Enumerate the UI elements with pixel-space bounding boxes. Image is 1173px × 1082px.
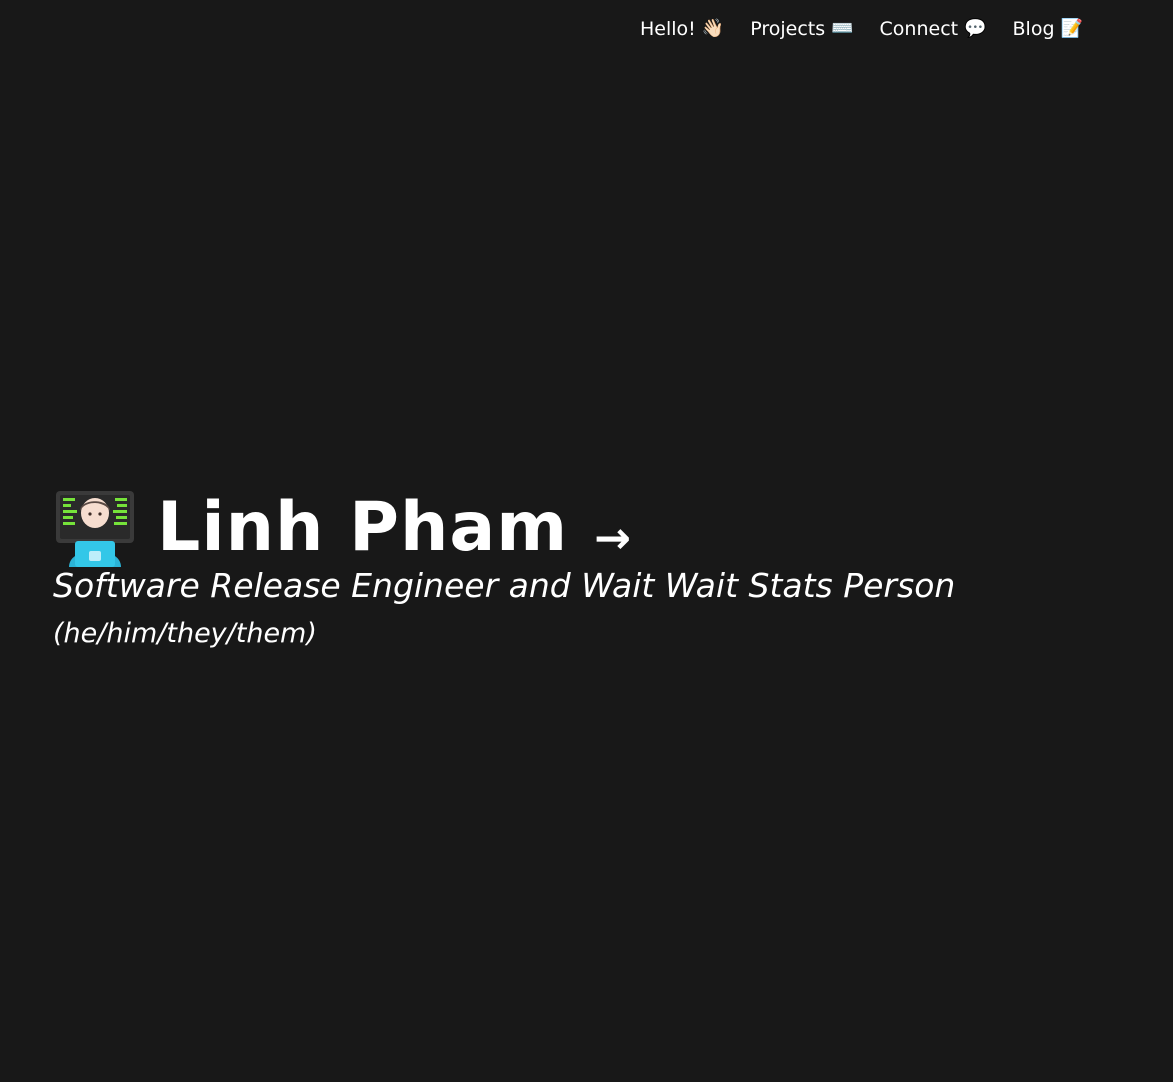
arrow-right-icon[interactable]: → [594, 513, 631, 564]
nav-blog-link[interactable]: Blog 📝 [1013, 15, 1083, 43]
nav-hello-link[interactable]: Hello! 👋🏻 [640, 15, 724, 43]
pronouns: (he/him/they/them) [53, 618, 317, 649]
technologist-icon [56, 491, 134, 567]
nav-connect-link[interactable]: Connect 💬 [880, 15, 987, 43]
hero-title: Linh Pham → [53, 486, 1133, 570]
nav-connect-label: Connect [879, 18, 959, 40]
nav-projects-label: Projects [750, 18, 826, 40]
nav-blog-label: Blog [1012, 18, 1055, 40]
waving-hand-icon: 👋🏻 [701, 18, 725, 39]
top-nav: Hello! 👋🏻 Projects ⌨️ Connect 💬 Blog 📝 [640, 15, 1083, 43]
hero-section: Linh Pham → Software Release Engineer an… [53, 486, 1133, 652]
job-title: Software Release Engineer and Wait Wait … [53, 566, 956, 605]
nav-projects-link[interactable]: Projects ⌨️ [750, 15, 853, 43]
speech-bubble-icon: 💬 [964, 18, 987, 39]
keyboard-icon: ⌨️ [831, 18, 854, 39]
memo-icon: 📝 [1060, 18, 1083, 39]
nav-hello-label: Hello! [640, 18, 696, 40]
person-name: Linh Pham [157, 488, 569, 567]
